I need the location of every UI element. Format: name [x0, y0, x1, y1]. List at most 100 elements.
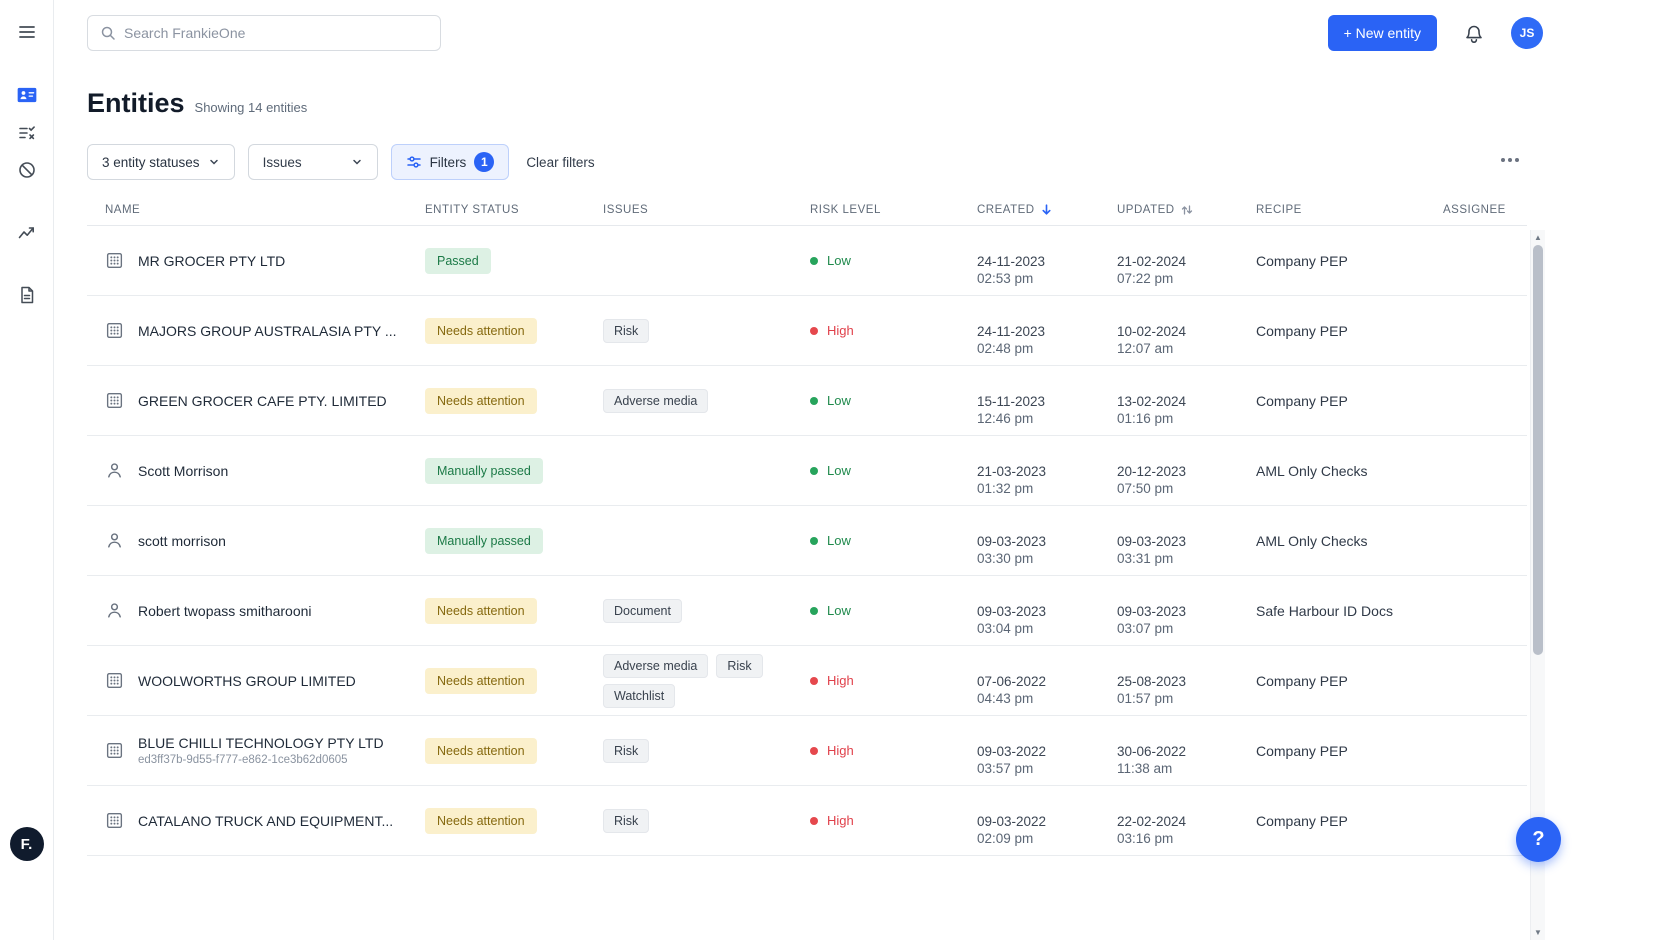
- chevron-down-icon: [208, 156, 220, 168]
- created-cell: 09-03-2022 03:57 pm: [959, 725, 1099, 777]
- risk-label: High: [827, 323, 854, 338]
- issue-chip: Adverse media: [603, 389, 708, 413]
- issues-cell: Document: [585, 599, 792, 623]
- hamburger-menu-icon[interactable]: [9, 14, 45, 50]
- updated-cell: 10-02-2024 12:07 am: [1099, 305, 1238, 357]
- status-badge: Manually passed: [425, 528, 543, 554]
- sidebar-item-blocklist[interactable]: [9, 152, 45, 188]
- entity-name[interactable]: scott morrison: [138, 533, 226, 549]
- status-badge: Passed: [425, 248, 491, 274]
- risk-label: Low: [827, 393, 851, 408]
- issues-cell: Adverse mediaRiskWatchlist: [585, 654, 792, 708]
- sidebar-item-analytics[interactable]: [9, 214, 45, 250]
- risk-label: Low: [827, 533, 851, 548]
- scrollbar-thumb[interactable]: [1533, 245, 1543, 655]
- help-button[interactable]: ?: [1516, 817, 1561, 862]
- issue-chip: Risk: [603, 809, 649, 833]
- updated-cell: 09-03-2023 03:07 pm: [1099, 585, 1238, 637]
- risk-dot: [810, 677, 818, 685]
- issues-cell: Risk: [585, 319, 792, 343]
- recipe-label: Company PEP: [1238, 393, 1425, 409]
- status-badge: Needs attention: [425, 668, 537, 694]
- table-row[interactable]: Scott Morrison Manually passed Low 21-03…: [87, 436, 1527, 506]
- risk-dot: [810, 817, 818, 825]
- filter-bar: 3 entity statuses Issues Filters 1 Clear…: [87, 144, 1527, 180]
- entity-name[interactable]: GREEN GROCER CAFE PTY. LIMITED: [138, 393, 387, 409]
- issues-filter-select[interactable]: Issues: [248, 144, 378, 180]
- status-badge: Needs attention: [425, 318, 537, 344]
- recipe-label: AML Only Checks: [1238, 533, 1425, 549]
- table-row[interactable]: WOOLWORTHS GROUP LIMITED Needs attention…: [87, 646, 1527, 716]
- column-header-updated[interactable]: UPDATED: [1099, 204, 1238, 216]
- global-search[interactable]: [87, 15, 441, 51]
- search-input[interactable]: [124, 25, 428, 41]
- risk-label: High: [827, 743, 854, 758]
- topbar: + New entity JS: [54, 0, 1677, 66]
- recipe-label: Company PEP: [1238, 813, 1425, 829]
- person-icon: [105, 531, 124, 550]
- column-header-recipe[interactable]: RECIPE: [1238, 204, 1425, 216]
- sliders-icon: [406, 154, 422, 170]
- checklist-icon: [17, 123, 37, 143]
- created-cell: 09-03-2023 03:30 pm: [959, 515, 1099, 567]
- sidebar-item-entities[interactable]: [9, 77, 45, 113]
- risk-dot: [810, 607, 818, 615]
- table-row[interactable]: MAJORS GROUP AUSTRALASIA PTY ... Needs a…: [87, 296, 1527, 366]
- entity-name[interactable]: BLUE CHILLI TECHNOLOGY PTY LTD: [138, 735, 384, 751]
- company-icon: [105, 811, 124, 830]
- column-header-issues[interactable]: ISSUES: [585, 204, 792, 216]
- risk-dot: [810, 397, 818, 405]
- column-header-entity-status[interactable]: ENTITY STATUS: [407, 204, 585, 216]
- entity-id: ed3ff37b-9d55-f777-e862-1ce3b62d0605: [138, 754, 384, 766]
- entity-name[interactable]: Robert twopass smitharooni: [138, 603, 312, 619]
- entity-statuses-filter[interactable]: 3 entity statuses: [87, 144, 235, 180]
- scroll-up-arrow-icon[interactable]: ▲: [1531, 233, 1545, 242]
- company-icon: [105, 391, 124, 410]
- table-row[interactable]: Robert twopass smitharooni Needs attenti…: [87, 576, 1527, 646]
- clear-filters-button[interactable]: Clear filters: [522, 155, 598, 170]
- risk-label: High: [827, 673, 854, 688]
- user-avatar[interactable]: JS: [1511, 17, 1543, 49]
- table-row[interactable]: BLUE CHILLI TECHNOLOGY PTY LTD ed3ff37b-…: [87, 716, 1527, 786]
- updated-cell: 20-12-2023 07:50 pm: [1099, 445, 1238, 497]
- issue-chip: Watchlist: [603, 684, 675, 708]
- more-options-icon[interactable]: [1495, 152, 1525, 168]
- risk-dot: [810, 537, 818, 545]
- sidebar-item-checklist[interactable]: [9, 115, 45, 151]
- column-header-assignee[interactable]: ASSIGNEE: [1425, 204, 1527, 216]
- page-title: Entities: [87, 88, 185, 119]
- risk-dot: [810, 257, 818, 265]
- created-cell: 07-06-2022 04:43 pm: [959, 655, 1099, 707]
- entity-name[interactable]: MR GROCER PTY LTD: [138, 253, 285, 269]
- entity-name[interactable]: WOOLWORTHS GROUP LIMITED: [138, 673, 356, 689]
- status-badge: Needs attention: [425, 598, 537, 624]
- column-header-risk-level[interactable]: RISK LEVEL: [792, 204, 959, 216]
- filters-button[interactable]: Filters 1: [391, 144, 510, 180]
- risk-dot: [810, 327, 818, 335]
- updated-cell: 21-02-2024 07:22 pm: [1099, 235, 1238, 287]
- person-icon: [105, 601, 124, 620]
- new-entity-button[interactable]: + New entity: [1328, 15, 1437, 51]
- scroll-down-arrow-icon[interactable]: ▼: [1531, 928, 1545, 937]
- filter-count-badge: 1: [474, 152, 494, 172]
- table-row[interactable]: scott morrison Manually passed Low 09-03…: [87, 506, 1527, 576]
- entity-name[interactable]: CATALANO TRUCK AND EQUIPMENT...: [138, 813, 393, 829]
- risk-label: Low: [827, 463, 851, 478]
- entity-name[interactable]: MAJORS GROUP AUSTRALASIA PTY ...: [138, 323, 397, 339]
- company-icon: [105, 671, 124, 690]
- sidebar: F.: [0, 0, 54, 940]
- risk-dot: [810, 747, 818, 755]
- person-icon: [105, 461, 124, 480]
- table-row[interactable]: MR GROCER PTY LTD Passed Low 24-11-2023 …: [87, 226, 1527, 296]
- status-badge: Needs attention: [425, 808, 537, 834]
- notifications-bell-icon[interactable]: [1463, 22, 1485, 44]
- sidebar-item-documents[interactable]: [9, 277, 45, 313]
- column-header-created[interactable]: CREATED: [959, 203, 1099, 216]
- sort-desc-icon: [1040, 203, 1053, 216]
- table-row[interactable]: GREEN GROCER CAFE PTY. LIMITED Needs att…: [87, 366, 1527, 436]
- table-row[interactable]: CATALANO TRUCK AND EQUIPMENT... Needs at…: [87, 786, 1527, 856]
- chevron-down-icon: [351, 156, 363, 168]
- entity-name[interactable]: Scott Morrison: [138, 463, 228, 479]
- issues-cell: Risk: [585, 809, 792, 833]
- column-header-name[interactable]: NAME: [87, 204, 407, 216]
